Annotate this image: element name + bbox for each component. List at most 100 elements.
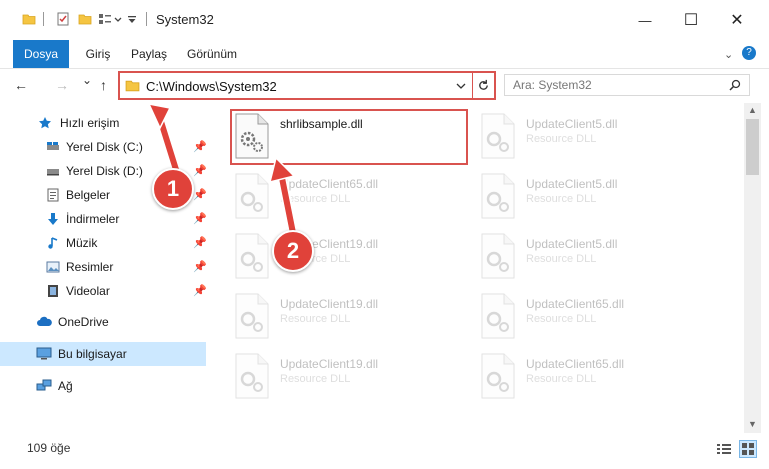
scroll-thumb[interactable] [746, 119, 759, 175]
pin-icon[interactable]: 📌 [193, 188, 207, 201]
up-button[interactable]: ↑ [100, 77, 107, 93]
tab-view[interactable]: Görünüm [184, 40, 240, 68]
search-box[interactable]: Ara: System32 [504, 74, 750, 96]
scroll-up-icon[interactable]: ▲ [748, 105, 757, 115]
file-item[interactable]: UpdateClient65.dll Resource DLL [234, 171, 464, 229]
pin-icon[interactable]: 📌 [193, 212, 207, 225]
file-type: Resource DLL [280, 193, 351, 205]
file-item[interactable]: UpdateClient65.dll Resource DLL [480, 291, 710, 349]
file-type: Resource DLL [280, 373, 351, 385]
close-button[interactable]: ✕ [715, 4, 759, 36]
search-input[interactable]: Ara: System32 [513, 78, 592, 92]
file-item[interactable]: UpdateClient5.dll Resource DLL [480, 111, 710, 169]
file-name: UpdateClient5.dll [526, 117, 618, 131]
status-bar: 109 öğe [0, 433, 769, 469]
sidebar-item-videos[interactable]: Videolar 📌 [0, 279, 207, 303]
window-title: System32 [156, 12, 214, 27]
tiles-view-icon[interactable] [739, 440, 757, 458]
search-icon[interactable] [729, 79, 741, 91]
folder-icon [22, 14, 36, 25]
forward-button[interactable]: → [55, 77, 69, 93]
sidebar-item-label: Videolar [66, 284, 110, 298]
sidebar-item-label: Belgeler [66, 188, 111, 202]
sidebar-item-label: İndirmeler [66, 212, 120, 226]
file-item[interactable]: UpdateClient5.dll Resource DLL [480, 231, 710, 289]
file-name: UpdateClient65.dll [526, 297, 625, 311]
minimize-button[interactable]: — [623, 4, 667, 36]
pin-icon[interactable]: 📌 [193, 236, 207, 249]
file-type: Resource DLL [526, 133, 597, 145]
pin-icon[interactable]: 📌 [193, 284, 207, 297]
maximize-button[interactable]: ☐ [669, 4, 713, 36]
file-type: Resource DLL [280, 313, 351, 325]
file-type: Resource DLL [526, 373, 597, 385]
dll-file-icon [481, 293, 515, 339]
cloud-icon [37, 316, 52, 326]
sidebar-item-label: Yerel Disk (C:) [66, 140, 143, 154]
music-note-icon [48, 237, 58, 249]
download-arrow-icon [48, 213, 58, 225]
title-bar: System32 — ☐ ✕ [0, 0, 769, 40]
sidebar-item-this-pc[interactable]: Bu bilgisayar [0, 342, 206, 366]
details-view-icon[interactable] [716, 442, 732, 456]
file-item[interactable]: UpdateClient19.dll Resource DLL [234, 231, 464, 289]
file-name: UpdateClient19.dll [280, 297, 379, 311]
chevron-down-icon[interactable] [456, 81, 466, 91]
file-name: UpdateClient5.dll [526, 177, 618, 191]
file-item[interactable]: UpdateClient19.dll Resource DLL [234, 291, 464, 349]
dll-file-icon [481, 353, 515, 399]
tab-share[interactable]: Paylaş [128, 40, 170, 68]
sidebar-item-label: Ağ [58, 379, 73, 393]
dll-file-icon [235, 293, 269, 339]
dll-file-icon [481, 173, 515, 219]
sidebar-item-label: OneDrive [58, 315, 109, 329]
film-icon [48, 285, 58, 297]
scroll-down-icon[interactable]: ▼ [748, 419, 757, 429]
file-highlight-box [230, 109, 468, 165]
computer-icon [36, 347, 52, 360]
address-bar[interactable]: C:\Windows\System32 [118, 71, 496, 100]
sidebar-item-local-disk-c[interactable]: Yerel Disk (C:) 📌 [0, 135, 207, 159]
sidebar-item-music[interactable]: Müzik 📌 [0, 231, 207, 255]
chevron-down-icon[interactable] [114, 12, 122, 26]
refresh-icon[interactable] [477, 79, 490, 92]
sidebar-item-label: Resimler [66, 260, 114, 274]
file-item[interactable]: UpdateClient19.dll Resource DLL [234, 351, 464, 409]
sidebar-item-label: Hızlı erişim [60, 116, 120, 130]
vertical-scrollbar[interactable]: ▲ ▼ [744, 103, 761, 433]
view-options-icon[interactable] [98, 12, 112, 26]
expand-ribbon-icon[interactable]: ⌄ [724, 48, 733, 61]
pin-icon[interactable]: 📌 [193, 164, 207, 177]
sidebar-item-label: Yerel Disk (D:) [66, 164, 143, 178]
sidebar-item-quick-access[interactable]: Hızlı erişim [0, 111, 206, 135]
sidebar-item-downloads[interactable]: İndirmeler 📌 [0, 207, 207, 231]
file-item[interactable]: UpdateClient65.dll Resource DLL [480, 351, 710, 409]
help-icon[interactable]: ? [742, 46, 756, 60]
ribbon-tabs: Dosya Giriş Paylaş Görünüm ⌄ ? [0, 40, 769, 69]
folder-icon [125, 80, 140, 92]
pin-icon[interactable]: 📌 [193, 140, 207, 153]
dll-file-icon [481, 233, 515, 279]
tab-file[interactable]: Dosya [13, 40, 69, 68]
drive-icon [47, 142, 59, 150]
new-folder-icon[interactable] [78, 12, 92, 26]
pictures-icon [46, 261, 60, 273]
sidebar-item-onedrive[interactable]: OneDrive [0, 310, 206, 334]
sidebar-item-pictures[interactable]: Resimler 📌 [0, 255, 207, 279]
dll-file-icon [235, 173, 269, 219]
callout-badge-1: 1 [152, 168, 194, 210]
file-name: UpdateClient5.dll [526, 237, 618, 251]
dll-file-icon [235, 233, 269, 279]
file-item[interactable]: UpdateClient5.dll Resource DLL [480, 171, 710, 229]
network-icon [36, 379, 52, 391]
file-type: Resource DLL [526, 193, 597, 205]
recent-locations-button[interactable]: ⌄ [82, 73, 92, 87]
qat-divider [43, 12, 44, 26]
customize-qat-icon[interactable] [127, 12, 137, 26]
tab-home[interactable]: Giriş [78, 40, 118, 68]
back-button[interactable]: ← [14, 77, 28, 93]
properties-icon[interactable] [56, 12, 70, 26]
pin-icon[interactable]: 📌 [193, 260, 207, 273]
title-divider [146, 12, 147, 26]
sidebar-item-network[interactable]: Ağ [0, 374, 206, 398]
